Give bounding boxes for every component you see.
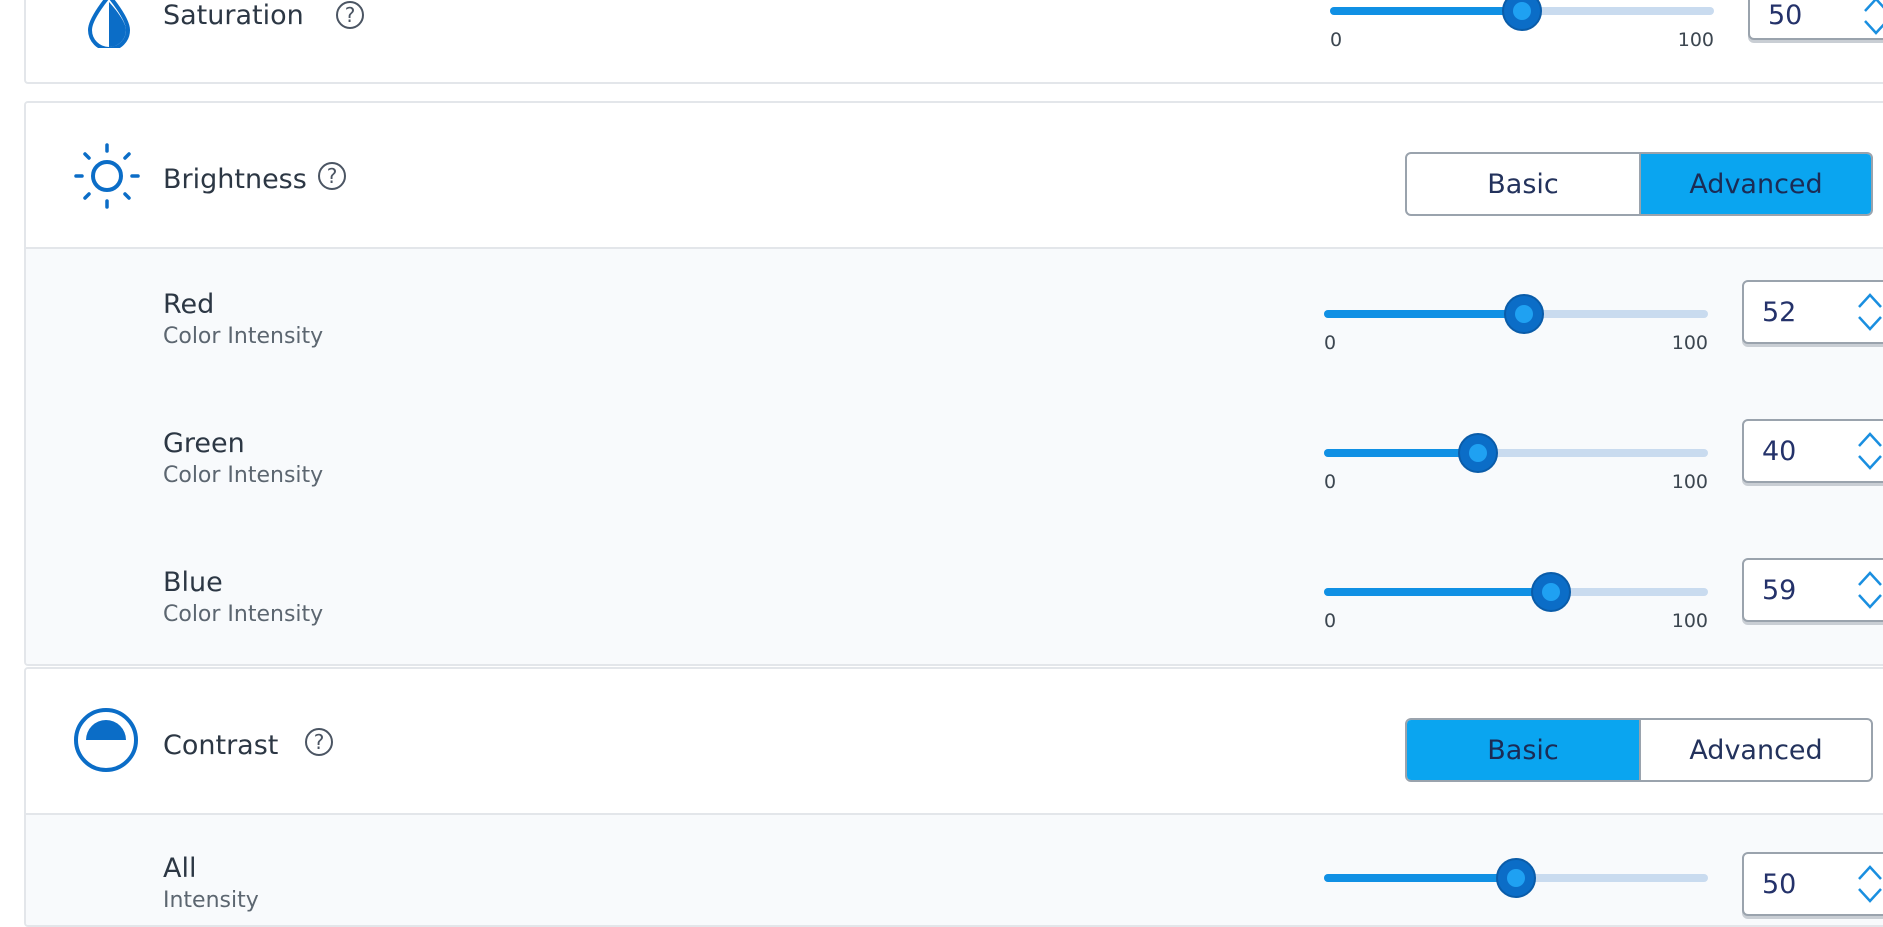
slider-min-label: 0 [1324,332,1337,354]
contrast-rows: All Intensity 50 [26,813,1883,925]
mode-advanced-button[interactable]: Advanced [1639,720,1871,780]
blue-spinbox[interactable]: 59 [1742,558,1883,622]
row-title-all: All [163,853,197,884]
mode-basic-button[interactable]: Basic [1407,154,1639,214]
spinbox-value[interactable]: 50 [1762,869,1796,900]
spinner-arrows-icon[interactable] [1856,568,1883,612]
contrast-mode-toggle[interactable]: Basic Advanced [1405,718,1873,782]
all-slider[interactable] [1324,858,1708,898]
slider-thumb[interactable] [1503,294,1544,334]
green-slider[interactable]: 0 100 [1324,433,1708,493]
spinner-arrows-icon[interactable] [1862,0,1883,38]
help-icon[interactable]: ? [305,728,333,756]
contrast-icon [73,707,139,777]
contrast-title: Contrast [163,730,279,761]
brightness-rows: Red Color Intensity 0 100 52 Green Color… [26,247,1883,664]
help-icon[interactable]: ? [318,162,346,190]
brightness-title: Brightness [163,164,307,195]
spinbox-value[interactable]: 50 [1768,0,1802,31]
brightness-card: Brightness ? Basic Advanced Red Color In… [24,101,1883,666]
blue-slider[interactable]: 0 100 [1324,572,1708,632]
slider-thumb[interactable] [1496,858,1536,898]
row-subtitle-blue: Color Intensity [163,602,324,627]
spinbox-value[interactable]: 59 [1762,575,1796,606]
mode-advanced-button[interactable]: Advanced [1639,154,1871,214]
spinner-arrows-icon[interactable] [1856,862,1883,906]
brightness-mode-toggle[interactable]: Basic Advanced [1405,152,1873,216]
slider-max-label: 100 [1671,332,1708,354]
row-subtitle-red: Color Intensity [163,324,324,349]
slider-max-label: 100 [1671,610,1708,632]
spinbox-value[interactable]: 52 [1762,297,1796,328]
saturation-slider[interactable]: 0 100 [1330,0,1714,51]
saturation-spinbox[interactable]: 50 [1748,0,1883,40]
droplet-icon [84,0,134,52]
help-icon[interactable]: ? [336,1,364,29]
saturation-title: Saturation [163,0,304,31]
all-spinbox[interactable]: 50 [1742,852,1883,916]
slider-thumb[interactable] [1457,433,1498,473]
mode-basic-button[interactable]: Basic [1407,720,1639,780]
row-subtitle-all: Intensity [163,888,259,913]
slider-thumb[interactable] [1502,0,1542,31]
row-title-red: Red [163,289,215,320]
row-title-green: Green [163,428,245,459]
row-title-blue: Blue [163,567,223,598]
green-spinbox[interactable]: 40 [1742,419,1883,483]
contrast-card: Contrast ? Basic Advanced All Intensity … [24,667,1883,927]
red-spinbox[interactable]: 52 [1742,280,1883,344]
slider-thumb[interactable] [1530,572,1571,612]
sun-icon [72,141,142,215]
saturation-card: Saturation ? 0 100 50 [24,0,1883,84]
red-slider[interactable]: 0 100 [1324,294,1708,354]
slider-min-label: 0 [1324,471,1337,493]
slider-min-label: 0 [1324,610,1337,632]
slider-min-label: 0 [1330,29,1343,51]
spinbox-value[interactable]: 40 [1762,436,1796,467]
spinner-arrows-icon[interactable] [1856,429,1883,473]
slider-max-label: 100 [1677,29,1714,51]
slider-max-label: 100 [1671,471,1708,493]
spinner-arrows-icon[interactable] [1856,290,1883,334]
row-subtitle-green: Color Intensity [163,463,324,488]
